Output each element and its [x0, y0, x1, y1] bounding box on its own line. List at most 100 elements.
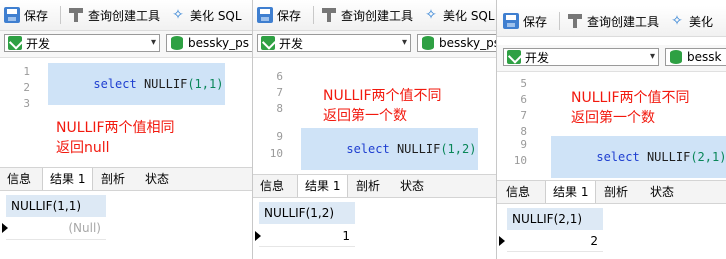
beautify-sql-label: 美化 SQL — [190, 8, 242, 23]
tab-info[interactable]: 信息 — [253, 175, 291, 197]
tab-profile[interactable]: 剖析 — [94, 168, 132, 190]
save-icon — [257, 7, 273, 23]
query-builder-label: 查询创建工具 — [88, 8, 161, 23]
line-number: 7 — [520, 109, 527, 122]
annotation-text: NULLIF两个值不同 返回第一个数 — [571, 88, 690, 128]
beautify-sql-label: 美化 SQL — [443, 8, 495, 23]
database-select[interactable]: bessky_ps — [166, 34, 252, 52]
query-builder-button[interactable]: 查询创建工具 — [321, 6, 413, 24]
sql-keyword: select — [346, 142, 390, 156]
tab-result-1[interactable]: 结果 1 — [42, 168, 94, 190]
connection-name: 开发 — [279, 36, 304, 51]
sql-args: (1,1) — [187, 77, 224, 91]
sql-statement[interactable]: select NULLIF(1,2) — [301, 128, 479, 170]
result-grid: NULLIF(2,1) 2 — [497, 204, 726, 259]
database-icon — [670, 50, 682, 64]
query-builder-button[interactable]: 查询创建工具 — [567, 12, 659, 30]
connection-name: 开发 — [26, 36, 51, 51]
tab-status[interactable]: 状态 — [393, 175, 431, 197]
line-number: 8 — [520, 125, 527, 138]
line-number: 5 — [520, 77, 527, 90]
query-builder-icon — [321, 7, 337, 23]
save-button[interactable]: 保存 — [4, 6, 48, 24]
row-divider — [507, 251, 603, 252]
sql-args: (1,2) — [440, 142, 477, 156]
result-tabs: 信息 结果 1 剖析 状态 — [0, 167, 252, 191]
save-label: 保存 — [24, 8, 49, 23]
database-icon — [422, 36, 434, 50]
tab-info[interactable]: 信息 — [0, 168, 38, 190]
toolbar-divider — [313, 6, 314, 24]
chevron-down-icon: ▾ — [150, 37, 156, 48]
result-grid: NULLIF(1,2) 1 — [253, 198, 497, 259]
connection-bar: 开发 ▾ bessk — [497, 45, 726, 72]
beautify-sql-button[interactable]: ✧ 美化 — [669, 12, 713, 30]
annotation-line: NULLIF两个值相同 — [56, 120, 175, 136]
tab-result-1[interactable]: 结果 1 — [297, 175, 349, 197]
save-label: 保存 — [277, 8, 302, 23]
annotation-text: NULLIF两个值相同 返回null — [56, 118, 175, 158]
connection-select[interactable]: 开发 ▾ — [4, 34, 160, 52]
line-number: 10 — [513, 154, 527, 167]
save-button[interactable]: 保存 — [503, 12, 547, 30]
database-select[interactable]: bessky_pss — [417, 34, 497, 52]
sql-editor[interactable]: 1 2 3 select NULLIF(1,1) NULLIF两个值相同 返回n… — [0, 58, 252, 165]
database-name: bessky_pss — [439, 36, 497, 50]
toolbar: 保存 查询创建工具 ✧ 美化 SQL — [253, 0, 497, 31]
connection-icon — [507, 50, 521, 64]
annotation-text: NULLIF两个值不同 返回第一个数 — [323, 86, 442, 126]
connection-name: 开发 — [525, 50, 550, 65]
line-number: 3 — [23, 97, 30, 110]
annotation-line: 返回第一个数 — [571, 110, 655, 126]
connection-select[interactable]: 开发 ▾ — [257, 34, 411, 52]
result-cell[interactable]: 1 — [259, 226, 355, 246]
sql-editor[interactable]: 6 7 8 9 10 NULLIF两个值不同 返回第一个数 select NUL… — [253, 58, 497, 171]
sql-statement[interactable]: select NULLIF(2,1) — [551, 136, 726, 178]
tab-info[interactable]: 信息 — [499, 181, 537, 203]
database-name: bessk — [687, 50, 722, 64]
sql-function: NULLIF — [143, 77, 188, 91]
sql-statement[interactable]: select NULLIF(1,1) — [48, 63, 226, 105]
annotation-line: NULLIF两个值不同 — [323, 88, 442, 104]
tab-result-1[interactable]: 结果 1 — [545, 181, 597, 203]
tab-status[interactable]: 状态 — [138, 168, 176, 190]
column-header[interactable]: NULLIF(2,1) — [507, 208, 603, 230]
toolbar-divider — [60, 6, 61, 24]
navicat-window-3: 保存 查询创建工具 ✧ 美化 开发 ▾ bessk 5 6 7 8 9 10 N… — [496, 0, 726, 259]
query-builder-label: 查询创建工具 — [587, 14, 660, 29]
column-header[interactable]: NULLIF(1,1) — [6, 195, 106, 217]
row-divider — [259, 246, 355, 247]
current-row-icon — [499, 236, 505, 246]
line-number: 6 — [276, 70, 283, 83]
database-icon — [171, 36, 183, 50]
beautify-sql-button[interactable]: ✧ 美化 SQL — [170, 6, 242, 24]
database-name: bessky_ps — [188, 36, 249, 50]
save-label: 保存 — [523, 14, 548, 29]
beautify-sql-button[interactable]: ✧ 美化 SQL — [423, 6, 495, 24]
query-builder-button[interactable]: 查询创建工具 — [68, 6, 160, 24]
line-number: 9 — [520, 138, 527, 151]
query-builder-icon — [68, 7, 84, 23]
sql-editor[interactable]: 5 6 7 8 9 10 NULLIF两个值不同 返回第一个数 select N… — [497, 72, 726, 178]
sql-keyword: select — [93, 77, 137, 91]
tab-profile[interactable]: 剖析 — [349, 175, 387, 197]
connection-bar: 开发 ▾ bessky_pss — [253, 31, 497, 58]
result-cell[interactable]: 2 — [507, 231, 603, 251]
navicat-window-2: 保存 查询创建工具 ✧ 美化 SQL 开发 ▾ bessky_pss 6 7 8… — [252, 0, 497, 259]
connection-select[interactable]: 开发 ▾ — [503, 48, 659, 66]
result-grid: NULLIF(1,1) (Null) — [0, 191, 252, 259]
result-cell[interactable]: (Null) — [6, 218, 106, 238]
line-number: 10 — [269, 147, 283, 160]
save-icon — [4, 7, 20, 23]
column-header[interactable]: NULLIF(1,2) — [259, 202, 355, 224]
line-number: 7 — [276, 86, 283, 99]
save-button[interactable]: 保存 — [257, 6, 301, 24]
database-select[interactable]: bessk — [665, 48, 726, 66]
tab-status[interactable]: 状态 — [643, 181, 681, 203]
sql-function: NULLIF — [396, 142, 441, 156]
result-tabs: 信息 结果 1 剖析 状态 — [253, 174, 497, 198]
sql-function: NULLIF — [646, 150, 691, 164]
sql-keyword: select — [596, 150, 640, 164]
toolbar-divider — [559, 12, 560, 30]
tab-profile[interactable]: 剖析 — [597, 181, 635, 203]
